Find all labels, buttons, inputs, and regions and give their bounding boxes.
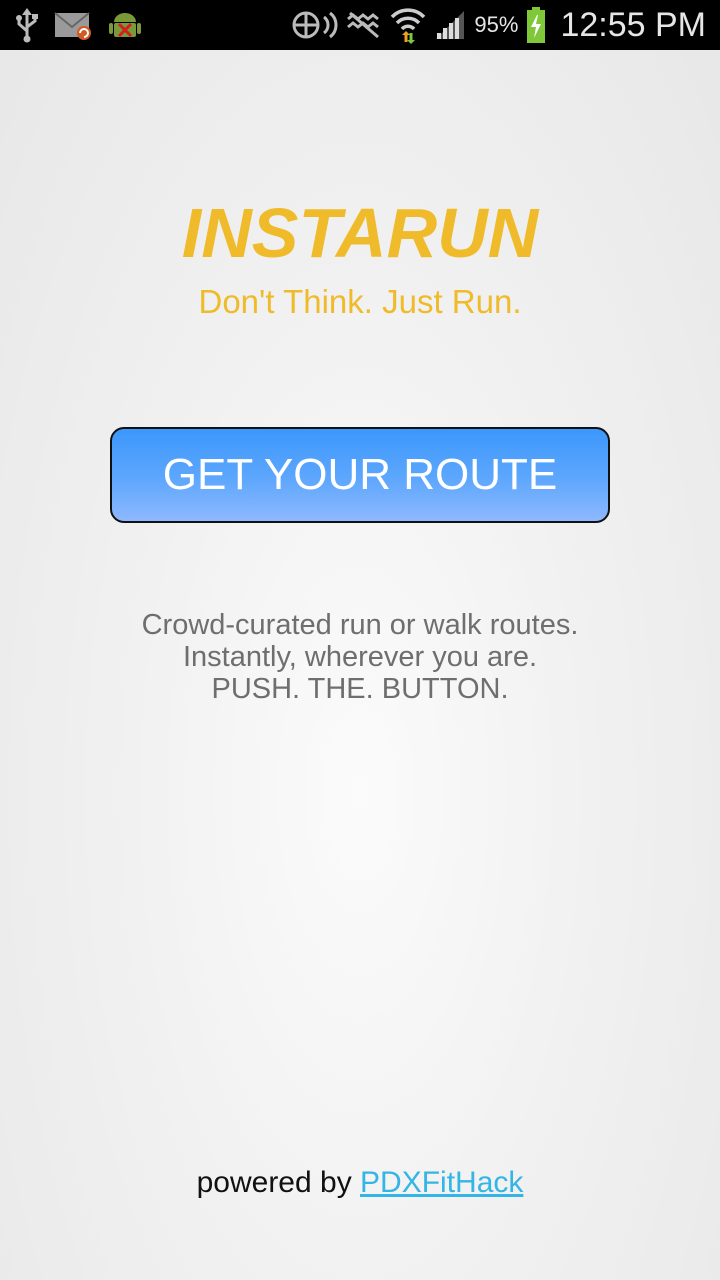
status-bar-clock: 12:55 PM: [560, 5, 706, 44]
footer: powered by PDXFitHack: [0, 1163, 720, 1203]
signal-icon: [434, 9, 466, 41]
android-debug-icon: [108, 8, 142, 42]
wifi-icon: [390, 5, 426, 45]
description-line-2: Instantly, wherever you are.: [182, 641, 538, 673]
pdxfithack-link[interactable]: PDXFitHack: [360, 1166, 523, 1199]
vibrate-icon: [346, 9, 382, 41]
battery-percentage: 95%: [474, 12, 519, 37]
battery-charging-icon: [526, 6, 546, 44]
app-tagline: Don't Think. Just Run.: [198, 283, 522, 320]
email-sync-icon: [54, 9, 94, 41]
status-bar: 95% 12:55 PM: [0, 0, 720, 50]
footer-prefix: powered by: [196, 1166, 361, 1199]
nfc-icon: [292, 9, 338, 41]
usb-icon: [14, 7, 40, 43]
get-your-route-button[interactable]: GET YOUR ROUTE: [110, 427, 610, 523]
description-line-3: PUSH. THE. BUTTON.: [211, 673, 509, 705]
status-bar-notifications: [14, 0, 142, 50]
description-line-1: Crowd-curated run or walk routes.: [141, 609, 579, 641]
app-description: Crowd-curated run or walk routes. Instan…: [0, 609, 720, 705]
app-title: INSTARUN: [181, 194, 539, 272]
status-bar-system: 95% 12:55 PM: [292, 0, 706, 50]
